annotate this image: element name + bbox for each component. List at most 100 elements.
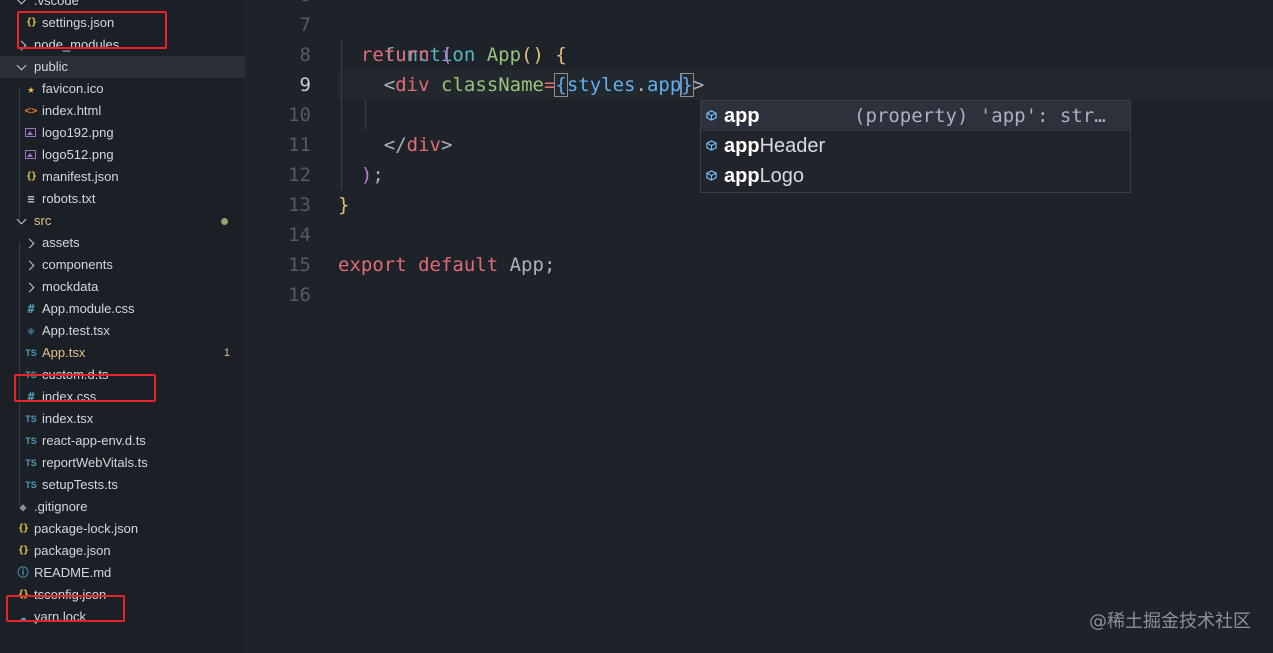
highlight-box-custom-d-ts [14, 374, 156, 402]
chevron-right-icon [24, 238, 35, 249]
line-number: 13 [288, 194, 311, 216]
file-manifest-json[interactable]: {} manifest.json [0, 166, 245, 188]
txt-file-icon: ≡ [27, 192, 35, 206]
folder-src[interactable]: src [0, 210, 245, 232]
keyword-return: return [360, 44, 430, 66]
info-file-icon: ⓘ [17, 566, 29, 579]
line-number: 15 [288, 254, 311, 276]
chevron-down-icon [16, 214, 27, 225]
code-line-15[interactable]: export default App; [338, 250, 555, 280]
suggestion-label: appLogo [724, 165, 805, 187]
folder-components[interactable]: components [0, 254, 245, 276]
file-setuptests-ts[interactable]: TS setupTests.ts [0, 474, 245, 496]
tree-item-label: package-lock.json [34, 521, 139, 536]
tree-item-label: mockdata [42, 279, 99, 294]
tree-item-label: components [42, 257, 113, 272]
code-line-12[interactable]: ); [338, 160, 384, 190]
tree-item-label: robots.txt [42, 191, 96, 206]
chevron-right-icon [24, 260, 35, 271]
tree-item-label: .gitignore [34, 499, 88, 514]
property-cube-icon [706, 170, 717, 181]
file-gitignore[interactable]: ◆ .gitignore [0, 496, 245, 518]
highlight-box-settings-json [17, 11, 167, 49]
open-brace: { [555, 44, 567, 66]
tree-item-label: App.module.css [42, 301, 135, 316]
suggestion-label: appHeader [724, 135, 826, 157]
equals-sign: = [543, 74, 556, 96]
file-logo192-png[interactable]: logo192.png [0, 122, 245, 144]
git-file-icon: ◆ [19, 500, 27, 514]
file-favicon-ico[interactable]: ★ favicon.ico [0, 78, 245, 100]
line-number: 8 [299, 44, 311, 66]
suggestion-item[interactable]: appHeader [701, 131, 1130, 161]
tree-item-label: assets [42, 235, 80, 250]
line-number: 16 [288, 284, 311, 306]
code-editor[interactable]: 678910111213141516 function App() { retu… [245, 0, 1273, 653]
modified-dot-icon [221, 218, 228, 225]
code-line-9[interactable]: <div className={styles.app}> [338, 70, 704, 100]
tree-item-label: src [34, 213, 52, 228]
file-index-tsx[interactable]: TS index.tsx [0, 408, 245, 430]
image-file-icon [25, 128, 36, 137]
tree-item-label: index.tsx [42, 411, 94, 426]
tree-item-label: reportWebVitals.ts [42, 455, 148, 470]
tree-item-label: App.test.tsx [42, 323, 110, 338]
closing-tag-open: </ [383, 134, 407, 156]
folder-public[interactable]: public [0, 56, 245, 78]
open-paren: ( [440, 44, 453, 66]
jsx-close-brace: } [680, 73, 694, 97]
chevron-right-icon [24, 282, 35, 293]
closing-tag-close: > [440, 134, 453, 156]
folder-assets[interactable]: assets [0, 232, 245, 254]
code-line-8[interactable]: return ( [338, 40, 453, 70]
jsx-open-brace: { [554, 73, 568, 97]
file-explorer: .vscode{} settings.json node_modules public… [0, 0, 245, 653]
file-robots-txt[interactable]: ≡ robots.txt [0, 188, 245, 210]
star-file-icon: ★ [27, 82, 35, 96]
code-line-11[interactable]: </div> [338, 130, 453, 160]
file-app-module-css[interactable]: # App.module.css [0, 298, 245, 320]
line-number: 6 [245, 0, 311, 10]
tree-item-label: setupTests.ts [42, 477, 118, 492]
file-app-tsx[interactable]: TS App.tsx 1 [0, 342, 245, 364]
json-file-icon: {} [17, 545, 29, 556]
code-line-13[interactable]: } [338, 190, 349, 220]
file-react-app-env-d-ts[interactable]: TS react-app-env.d.ts [0, 430, 245, 452]
chevron-down-icon [16, 60, 27, 71]
file-app-test-tsx[interactable]: ⚛ App.test.tsx [0, 320, 245, 342]
json-file-icon: {} [17, 523, 29, 534]
line-number: 12 [288, 164, 311, 186]
tree-item-label: manifest.json [42, 169, 119, 184]
keyword-export-default: export default [338, 254, 499, 276]
file-reportwebvitals-ts[interactable]: TS reportWebVitals.ts [0, 452, 245, 474]
ts-file-icon: TS [25, 436, 37, 446]
tree-item-label: package.json [34, 543, 111, 558]
line-number: 7 [299, 14, 311, 36]
semicolon: ; [543, 254, 556, 276]
file-logo512-png[interactable]: logo512.png [0, 144, 245, 166]
tree-item-label: public [34, 59, 68, 74]
suggestion-item[interactable]: app (property) 'app': str… [701, 101, 1130, 131]
watermark: @稀土掘金技术社区 [1089, 611, 1251, 632]
autocomplete-suggestions[interactable]: app (property) 'app': str… appHeader appLog… [700, 100, 1131, 193]
json-file-icon: {} [25, 171, 37, 182]
folder-mockdata[interactable]: mockdata [0, 276, 245, 298]
code-line-7[interactable]: function App() { [338, 10, 567, 66]
line-number: 9 [299, 74, 311, 96]
image-file-icon [25, 150, 36, 159]
tree-item-label: logo512.png [42, 147, 114, 162]
semicolon: ; [372, 164, 384, 186]
file-package-lock-json[interactable]: {} package-lock.json [0, 518, 245, 540]
tree-item-label: README.md [34, 565, 112, 580]
styles-object: styles [566, 74, 636, 96]
file-readme-md[interactable]: ⓘ README.md [0, 562, 245, 584]
file-package-json[interactable]: {} package.json [0, 540, 245, 562]
line-number: 14 [288, 224, 311, 246]
file-index-html[interactable]: <> index.html [0, 100, 245, 122]
ts-file-icon: TS [25, 458, 37, 468]
chevron-down-icon [16, 0, 27, 5]
attribute-name: className [441, 74, 544, 96]
suggestion-item[interactable]: appLogo [701, 161, 1130, 191]
tree-item-label: react-app-env.d.ts [42, 433, 146, 448]
ts-file-icon: TS [25, 348, 37, 358]
